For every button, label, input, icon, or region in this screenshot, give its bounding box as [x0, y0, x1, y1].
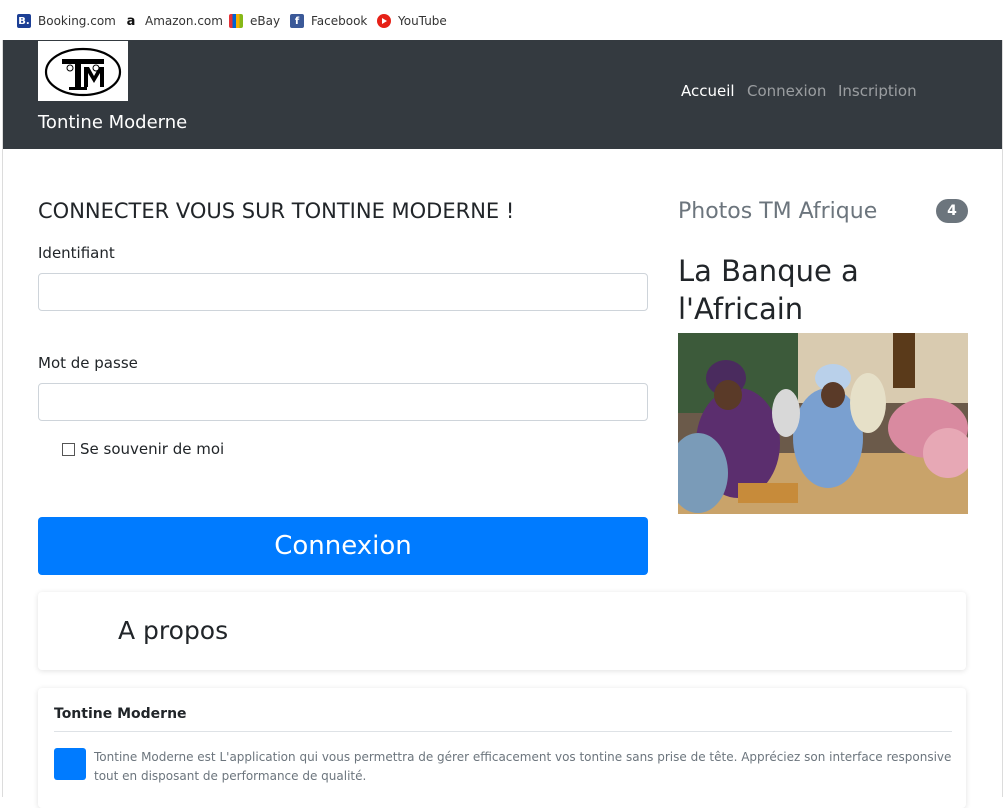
app-thumbnail-icon: [54, 748, 86, 780]
bookmark-amazon[interactable]: a Amazon.com: [124, 12, 223, 30]
username-input[interactable]: [38, 273, 648, 311]
bookmark-label: Booking.com: [38, 14, 116, 28]
nav-connexion[interactable]: Connexion: [747, 82, 826, 100]
remember-checkbox[interactable]: [62, 442, 75, 456]
booking-icon: B.: [17, 14, 31, 28]
password-input[interactable]: [38, 383, 648, 421]
tontine-card: Tontine Moderne Tontine Moderne est L'ap…: [38, 688, 966, 808]
amazon-icon: a: [124, 14, 138, 29]
photos-title: Photos TM Afrique: [678, 199, 878, 224]
photos-count-badge: 4: [936, 199, 968, 223]
ebay-icon: [229, 14, 243, 28]
bookmark-label: eBay: [250, 14, 281, 28]
connexion-button[interactable]: Connexion: [38, 517, 648, 575]
community-photo: [678, 333, 968, 514]
bookmark-label: Amazon.com: [145, 14, 223, 28]
apropos-title: A propos: [118, 616, 229, 645]
youtube-icon: [377, 14, 391, 28]
bookmarks-bar: B. Booking.com a Amazon.com eBay f Faceb…: [0, 0, 1005, 40]
brand-name[interactable]: Tontine Moderne: [38, 112, 187, 133]
password-label: Mot de passe: [38, 354, 138, 372]
tm-logo-icon: [44, 47, 122, 97]
bookmark-booking[interactable]: B. Booking.com: [17, 12, 116, 30]
navbar: Tontine Moderne Accueil Connexion Inscri…: [3, 40, 1002, 149]
facebook-icon: f: [290, 14, 304, 28]
remember-me[interactable]: Se souvenir de moi: [62, 440, 224, 458]
sidebar-headline: La Banque a l'Africain: [678, 254, 859, 326]
bookmark-label: Facebook: [311, 14, 368, 28]
remember-label: Se souvenir de moi: [80, 440, 225, 458]
bookmark-ebay[interactable]: eBay: [229, 12, 280, 30]
tontine-card-title: Tontine Moderne: [54, 706, 187, 722]
nav-accueil[interactable]: Accueil: [681, 82, 735, 100]
bookmark-facebook[interactable]: f Facebook: [290, 12, 367, 30]
apropos-card: A propos: [38, 592, 966, 670]
nav-inscription[interactable]: Inscription: [838, 82, 917, 100]
username-label: Identifiant: [38, 244, 115, 262]
bookmark-label: YouTube: [398, 14, 447, 28]
logo[interactable]: [38, 41, 128, 101]
bookmark-youtube[interactable]: YouTube: [377, 12, 447, 30]
divider: [54, 731, 952, 732]
login-title: CONNECTER VOUS SUR TONTINE MODERNE !: [38, 199, 515, 223]
tontine-description: Tontine Moderne est L'application qui vo…: [94, 750, 952, 783]
